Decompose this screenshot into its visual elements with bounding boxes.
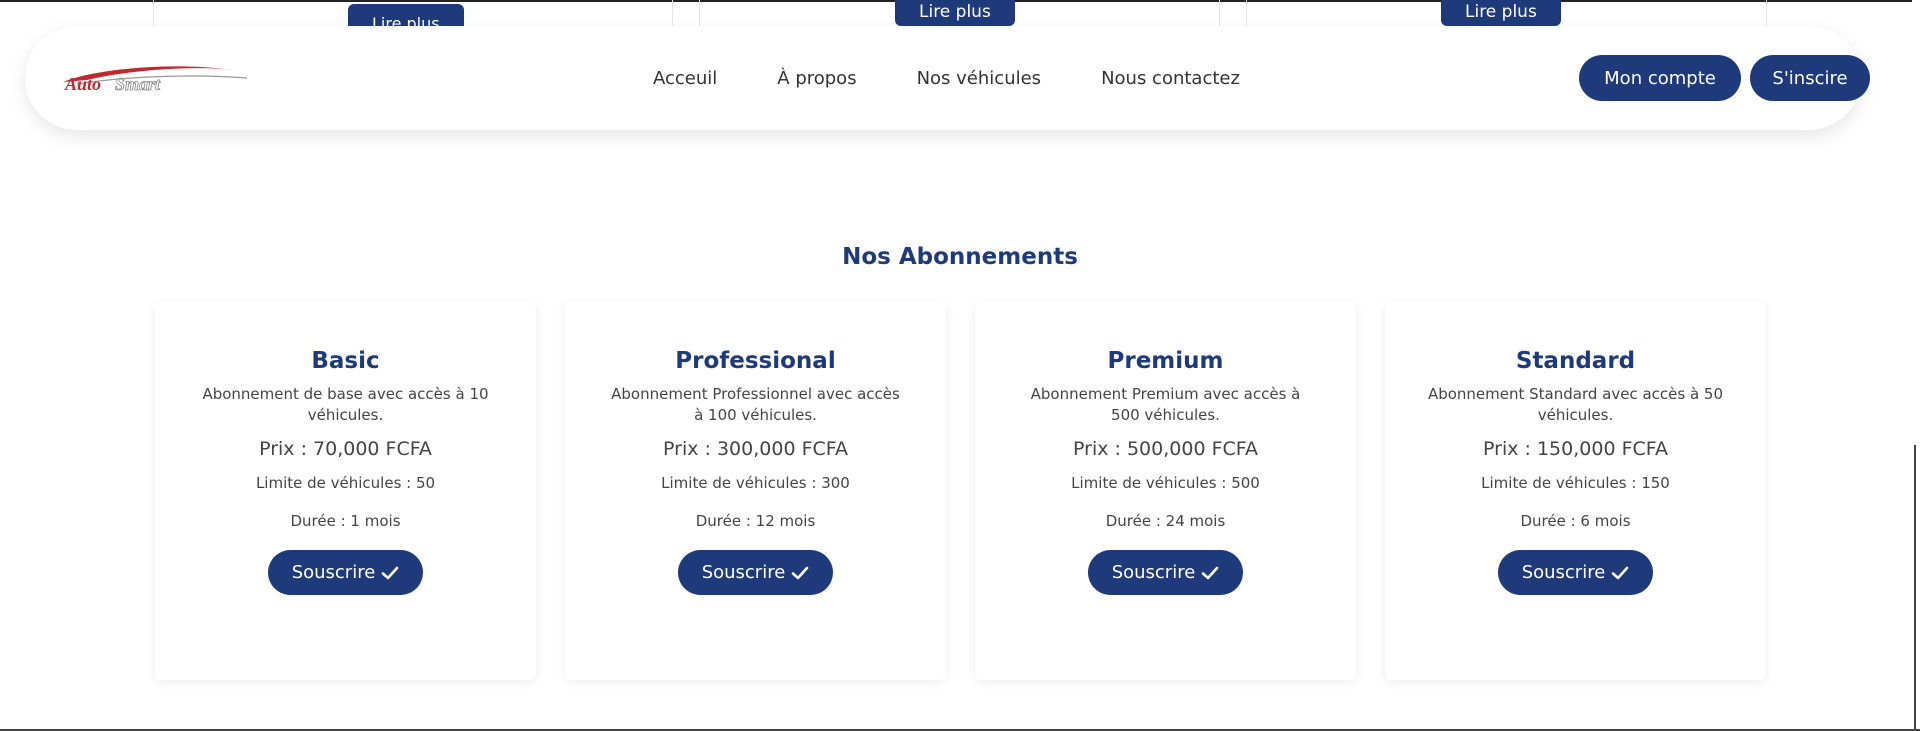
plan-card-professional: Professional Abonnement Professionnel av… [565, 302, 946, 680]
check-icon [1611, 564, 1629, 582]
plan-price: Prix : 150,000 FCFA [1483, 438, 1668, 460]
svg-text:Auto: Auto [64, 74, 101, 94]
check-icon [791, 564, 809, 582]
check-icon [1201, 564, 1219, 582]
nav-link-home[interactable]: Acceuil [653, 68, 717, 89]
plan-name: Professional [675, 348, 836, 374]
plan-name: Standard [1515, 348, 1636, 374]
plan-description: Abonnement Professionnel avec accès à 10… [611, 385, 900, 424]
signup-button[interactable]: S'inscire [1750, 55, 1870, 101]
nav-link-vehicles[interactable]: Nos véhicules [917, 68, 1041, 89]
plan-vehicle-limit: Limite de véhicules : 150 [1481, 474, 1670, 492]
check-icon [381, 564, 399, 582]
logo-graphic: Auto Smart [63, 66, 248, 94]
read-more-button[interactable]: Lire plus [1441, 0, 1561, 26]
svg-text:Smart: Smart [115, 74, 161, 94]
plan-description: Abonnement Standard avec accès à 50 véhi… [1427, 385, 1724, 424]
nav-link-about[interactable]: À propos [777, 68, 856, 89]
plan-name: Basic [311, 348, 380, 374]
subscribe-label: Souscrire [701, 562, 786, 583]
main-navbar: Auto Smart Acceuil À propos Nos véhicule… [25, 26, 1870, 130]
plan-duration: Durée : 6 mois [1520, 512, 1631, 530]
plan-description: Abonnement Premium avec accès à 500 véhi… [1030, 385, 1301, 424]
subscribe-label: Souscrire [1111, 562, 1196, 583]
nav-links: Acceuil À propos Nos véhicules Nous cont… [653, 26, 1240, 130]
read-more-button[interactable]: Lire plus [895, 0, 1015, 26]
plan-price: Prix : 300,000 FCFA [663, 438, 848, 460]
plan-duration: Durée : 1 mois [290, 512, 401, 530]
autosmart-logo[interactable]: Auto Smart [57, 60, 257, 96]
subscribe-button[interactable]: Souscrire [1497, 550, 1654, 595]
plan-price: Prix : 70,000 FCFA [259, 438, 432, 460]
plan-duration: Durée : 12 mois [695, 512, 816, 530]
subscribe-label: Souscrire [1521, 562, 1606, 583]
plan-card-basic: Basic Abonnement de base avec accès à 10… [155, 302, 536, 680]
plan-vehicle-limit: Limite de véhicules : 50 [255, 474, 436, 492]
section-title: Nos Abonnements [842, 244, 1078, 270]
plan-vehicle-limit: Limite de véhicules : 500 [1071, 474, 1260, 492]
subscribe-button[interactable]: Souscrire [267, 550, 424, 595]
plan-card-premium: Premium Abonnement Premium avec accès à … [975, 302, 1356, 680]
plan-duration: Durée : 24 mois [1105, 512, 1226, 530]
subscribe-button[interactable]: Souscrire [1087, 550, 1244, 595]
plan-vehicle-limit: Limite de véhicules : 300 [661, 474, 850, 492]
plan-description: Abonnement de base avec accès à 10 véhic… [202, 385, 489, 424]
plan-card-standard: Standard Abonnement Standard avec accès … [1385, 302, 1766, 680]
subscription-plans: Basic Abonnement de base avec accès à 10… [155, 302, 1766, 680]
plan-price: Prix : 500,000 FCFA [1073, 438, 1258, 460]
my-account-button[interactable]: Mon compte [1579, 55, 1741, 101]
nav-link-contact[interactable]: Nous contactez [1101, 68, 1240, 89]
subscribe-button[interactable]: Souscrire [677, 550, 834, 595]
scrollbar-thumb[interactable] [1914, 445, 1916, 731]
plan-name: Premium [1107, 348, 1224, 374]
subscribe-label: Souscrire [291, 562, 376, 583]
